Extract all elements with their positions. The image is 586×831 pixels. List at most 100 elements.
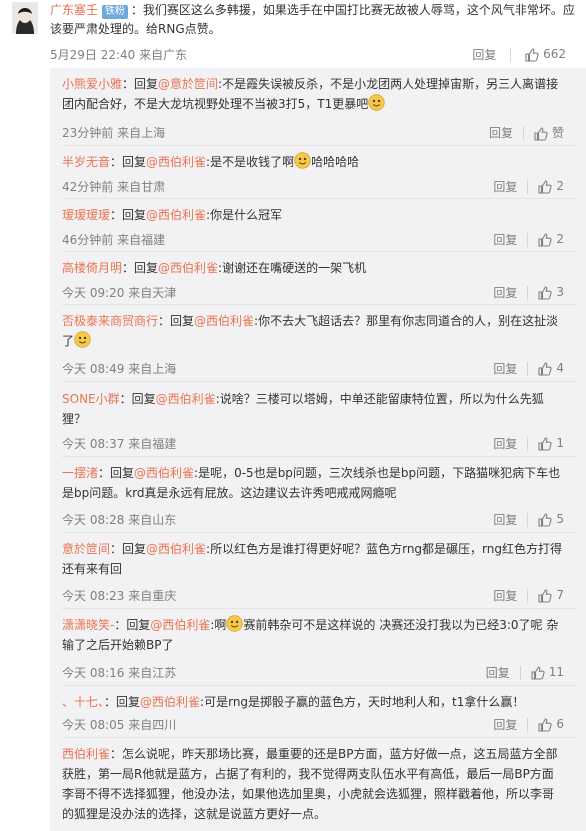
- like-button[interactable]: 7: [538, 588, 564, 603]
- reply-target-mention[interactable]: @西伯利雀: [140, 695, 200, 709]
- reply-target-mention[interactable]: @西伯利雀: [158, 261, 218, 275]
- thumb-up-icon: [525, 48, 539, 62]
- reply-button[interactable]: 回复: [493, 360, 517, 377]
- like-count: 11: [548, 665, 564, 680]
- like-button[interactable]: 662: [525, 47, 566, 62]
- reply-separator: [62, 737, 576, 738]
- like-count: 1: [556, 436, 564, 451]
- thumb-up-icon: [538, 513, 552, 527]
- reply-button[interactable]: 回复: [493, 231, 517, 248]
- reply-button[interactable]: 回复: [493, 716, 517, 733]
- divider: [527, 436, 529, 451]
- reply-target-mention[interactable]: @西伯利雀: [134, 466, 194, 480]
- reply-separator: [62, 685, 576, 686]
- reply-target-mention[interactable]: @西伯利雀: [146, 542, 206, 556]
- like-count: 5: [556, 512, 564, 527]
- reply-button[interactable]: 回复: [493, 511, 517, 528]
- like-button[interactable]: 2: [538, 232, 564, 247]
- emoji-face-icon: [368, 94, 385, 111]
- like-button[interactable]: 4: [538, 361, 564, 376]
- like-button[interactable]: 1: [538, 436, 564, 451]
- divider: [527, 512, 529, 527]
- like-count: 4: [556, 361, 564, 376]
- reply-prefix: ：回复: [122, 77, 159, 91]
- divider: [522, 125, 524, 140]
- divider: [519, 665, 521, 680]
- reply-user[interactable]: 一摆渚: [62, 466, 98, 480]
- comment-thread: 广东塞壬 铁粉 ：我们赛区这么多韩援，如果选手在中国打比赛无故被人辱骂，这个风气非…: [0, 0, 586, 831]
- reply-actions: 回复 2: [493, 178, 564, 195]
- reply-meta: 今天 08:16 来自江苏: [62, 666, 177, 680]
- reply-body: ：怎么说呢，昨天那场比赛，最重要的还是BP方面，蓝方好做一点，这五局蓝方全部获胜…: [62, 747, 558, 821]
- like-count: 7: [556, 588, 564, 603]
- thumb-up-icon: [538, 718, 552, 732]
- reply-meta: 今天 08:49 来自上海: [62, 362, 177, 376]
- reply-button[interactable]: 回复: [493, 178, 517, 195]
- reply-target-mention[interactable]: @西伯利雀: [156, 392, 216, 406]
- main-comment: 广东塞壬 铁粉 ：我们赛区这么多韩援，如果选手在中国打比赛无故被人辱骂，这个风气非…: [0, 0, 586, 72]
- reply-body: :你是什么冠军: [206, 208, 283, 222]
- like-button[interactable]: 5: [538, 512, 564, 527]
- reply-user[interactable]: 、十七、: [62, 695, 104, 709]
- divider: [527, 717, 529, 732]
- reply-user[interactable]: 半岁无音: [62, 155, 110, 169]
- reply-separator: [62, 145, 576, 146]
- main-comment-user[interactable]: 广东塞壬: [50, 3, 98, 17]
- reply-button[interactable]: 回复: [493, 435, 517, 452]
- reply-body: :啊: [210, 618, 227, 632]
- reply-button[interactable]: 回复: [486, 664, 510, 681]
- reply-separator: [62, 456, 576, 457]
- divider: [527, 361, 529, 376]
- reply-user[interactable]: 否极泰来商贸商行: [62, 314, 158, 328]
- reply-prefix: ：回复: [119, 392, 156, 406]
- like-count: 662: [543, 47, 566, 62]
- like-button[interactable]: 3: [538, 285, 564, 300]
- reply-user[interactable]: 小熊爱小雅: [62, 77, 122, 91]
- reply-user[interactable]: 瑷瑷瑷瑷: [62, 208, 110, 222]
- divider: [527, 285, 529, 300]
- like-button[interactable]: 赞: [534, 124, 564, 141]
- reply-separator: [62, 304, 576, 305]
- reply-user[interactable]: SONE小群: [62, 392, 120, 406]
- reply-user[interactable]: 潇潇晓笑-: [62, 618, 114, 632]
- emoji-face-icon: [294, 152, 311, 169]
- reply-prefix: ：回复: [98, 466, 135, 480]
- reply-actions: 回复 1: [493, 435, 564, 452]
- emoji-face-icon: [226, 615, 244, 632]
- reply-target-mention[interactable]: @西伯利雀: [150, 618, 210, 632]
- main-comment-meta: 5月29日 22:40 来自广东: [50, 48, 188, 62]
- avatar[interactable]: [12, 2, 38, 34]
- reply-actions: 回复 7: [493, 587, 564, 604]
- like-button[interactable]: 6: [538, 717, 564, 732]
- like-button[interactable]: 2: [538, 179, 564, 194]
- thumb-up-icon: [538, 589, 552, 603]
- reply-button[interactable]: 回复: [493, 284, 517, 301]
- divider: [510, 47, 512, 62]
- like-button[interactable]: 11: [531, 665, 564, 680]
- reply-prefix: ：回复: [104, 695, 141, 709]
- reply-button[interactable]: 回复: [472, 46, 496, 63]
- reply-prefix: ：回复: [114, 618, 151, 632]
- reply-list: 小熊爱小雅：回复@意於笸间:不是霞失误被反杀，不是小龙团两人处理掉宙斯，另三人离…: [50, 68, 586, 831]
- thumb-up-icon: [531, 666, 545, 680]
- reply-user[interactable]: 高楼倚月明: [62, 261, 122, 275]
- thumb-up-icon: [538, 362, 552, 376]
- reply-text: 瑷瑷瑷瑷：回复@西伯利雀:你是什么冠军: [62, 205, 562, 225]
- reply-button[interactable]: 回复: [489, 124, 513, 141]
- reply-target-mention[interactable]: @意於笸间: [158, 77, 218, 91]
- reply-text: 否极泰来商贸商行：回复@西伯利雀:你不去大飞超话去？那里有你志同道合的人，别在这…: [62, 311, 562, 351]
- reply-meta: 23分钟前 来自上海: [62, 126, 166, 140]
- reply-text: 一摆渚：回复@西伯利雀:是呢，0-5也是bp问题，三次线杀也是bp问题，下路猫咪…: [62, 463, 562, 503]
- reply-user[interactable]: 意於笸间: [62, 542, 110, 556]
- reply-target-mention[interactable]: @西伯利雀: [146, 208, 206, 222]
- reply-target-mention[interactable]: @西伯利雀: [194, 314, 254, 328]
- reply-text: 、十七、：回复@西伯利雀:可是rng是掷骰子赢的蓝色方，天时地利人和，t1拿什么…: [62, 692, 562, 712]
- avatar-image-icon: [12, 2, 38, 34]
- reply-button[interactable]: 回复: [493, 587, 517, 604]
- reply-target-mention[interactable]: @西伯利雀: [146, 155, 206, 169]
- reply-body: :谢谢还在嘴硬送的一架飞机: [218, 261, 367, 275]
- thumb-up-icon: [538, 180, 552, 194]
- reply-user[interactable]: 西伯利雀: [62, 747, 110, 761]
- like-count: 6: [556, 717, 564, 732]
- reply-actions: 回复 赞: [489, 124, 564, 141]
